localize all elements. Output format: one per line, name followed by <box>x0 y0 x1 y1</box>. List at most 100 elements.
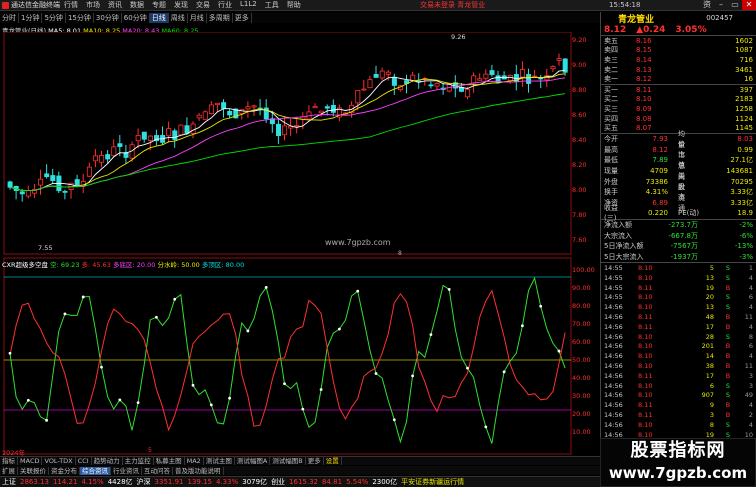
menu-item-data[interactable]: 数据 <box>126 0 148 10</box>
tab-general-news[interactable]: 综合资讯 <box>80 466 111 475</box>
candle-body <box>324 106 330 109</box>
close-button[interactable]: ✕ <box>742 0 756 10</box>
tab-extend[interactable]: 扩展 <box>0 466 18 475</box>
stock-code: 002457 <box>706 14 733 22</box>
sz-amount: 3079亿 <box>242 478 268 486</box>
candle-body <box>477 78 483 81</box>
signal-dot <box>484 425 488 429</box>
flow-pct: -2% <box>739 220 753 229</box>
tick-count: 4 <box>748 322 753 331</box>
tab-qa[interactable]: 互动问答 <box>142 466 173 475</box>
order-price: 8.08 <box>636 114 652 123</box>
tick-side: S <box>725 263 731 272</box>
tab-macd[interactable]: MACD <box>18 457 43 465</box>
period-weekly[interactable]: 周线 <box>169 12 188 23</box>
candle-body <box>141 131 147 140</box>
buy-order-row[interactable]: 买一 8.11 397 <box>601 85 756 95</box>
period-fenshi[interactable]: 分时 <box>0 12 19 23</box>
order-level: 买二 <box>604 95 618 104</box>
tab-cci[interactable]: CCI <box>76 457 92 465</box>
signal-dot <box>374 372 378 375</box>
indicator-name[interactable]: CXR超级多空盘 <box>2 261 48 269</box>
sh-amount: 4428亿 <box>107 478 133 486</box>
flow-value: -667.8万 <box>668 231 698 240</box>
tab-trend[interactable]: 趋势动力 <box>92 457 123 465</box>
tab-settings[interactable]: 设置 <box>324 457 342 465</box>
sell-order-row[interactable]: 卖四 8.15 1087 <box>601 46 756 56</box>
menu-item-discover[interactable]: 发现 <box>170 0 192 10</box>
cy-label[interactable]: 创业 <box>269 477 287 487</box>
news-ticker[interactable]: 平安证券新疆运行情 <box>399 477 466 487</box>
tab-main-monitor[interactable]: 主力监控 <box>123 457 154 465</box>
candle-body <box>483 73 489 79</box>
flow-label: 5日大宗流入 <box>604 252 644 261</box>
order-level: 卖一 <box>604 75 618 84</box>
menu-item-news[interactable]: 资讯 <box>104 0 126 10</box>
login-status[interactable]: 交易未登录 青龙管业 <box>420 0 485 10</box>
period-60min[interactable]: 60分钟 <box>122 12 150 23</box>
signal-dot <box>283 382 286 386</box>
sell-order-row[interactable]: 卖五 8.16 1602 <box>601 36 756 46</box>
period-30min[interactable]: 30分钟 <box>94 12 122 23</box>
maximize-button[interactable]: ▭ <box>728 0 742 10</box>
quote-label: 现量 <box>604 167 618 176</box>
candle-body <box>93 155 99 162</box>
order-volume: 1145 <box>735 124 753 133</box>
flow-value: -1937万 <box>670 252 698 261</box>
sh-value: 2863.13 <box>20 478 49 486</box>
tick-side: B <box>725 322 731 331</box>
tick-volume: 9 <box>709 401 714 410</box>
sell-order-row[interactable]: 卖一 8.12 16 <box>601 74 756 84</box>
tab-test-a[interactable]: 测试幅图A <box>235 457 271 465</box>
menu-item-trade[interactable]: 交易 <box>192 0 214 10</box>
menu-item-l1l2[interactable]: L1L2 <box>236 0 261 10</box>
period-daily[interactable]: 日线 <box>149 12 169 23</box>
period-1min[interactable]: 1分钟 <box>19 12 43 23</box>
tab-more[interactable]: 更多 <box>306 457 324 465</box>
duodi-value: 多底区: 20.00 <box>113 261 156 269</box>
tick-volume: 6 <box>709 381 714 390</box>
tick-time: 14:56 <box>604 322 623 331</box>
tab-func-desc[interactable]: 普及版功能说明 <box>173 466 224 475</box>
tab-test-b[interactable]: 测试幅图B <box>270 457 306 465</box>
menu-item-tools[interactable]: 工具 <box>261 0 283 10</box>
menu-item-hq[interactable]: 行情 <box>60 0 82 10</box>
tab-industry-news[interactable]: 行业资讯 <box>111 466 142 475</box>
signal-dot <box>136 401 140 405</box>
tab-related-quote[interactable]: 关联报价 <box>18 466 49 475</box>
menu-item-topic[interactable]: 专题 <box>148 0 170 10</box>
sz-change: 139.15 <box>187 478 212 486</box>
buy-order-row[interactable]: 买三 8.09 1258 <box>601 104 756 114</box>
sell-order-row[interactable]: 卖二 8.13 3461 <box>601 65 756 75</box>
period-more[interactable]: 更多 <box>233 12 252 23</box>
order-price: 8.13 <box>636 65 652 74</box>
tab-test-main[interactable]: 测试主图 <box>204 457 235 465</box>
period-multi[interactable]: 多周期 <box>207 12 233 23</box>
tab-vol-tdx[interactable]: VOL-TDX <box>42 457 76 465</box>
signal-dot <box>264 286 268 289</box>
menu-item-help[interactable]: 帮助 <box>283 0 305 10</box>
order-price: 8.15 <box>636 46 652 55</box>
mid-tag: 5 <box>148 447 152 454</box>
sell-order-row[interactable]: 卖三 8.14 716 <box>601 55 756 65</box>
buy-order-row[interactable]: 买二 8.10 2183 <box>601 95 756 105</box>
chart-canvas[interactable] <box>0 32 600 456</box>
tab-ma2[interactable]: MA2 <box>185 457 204 465</box>
period-monthly[interactable]: 月线 <box>188 12 207 23</box>
sh-label[interactable]: 上证 <box>0 477 18 487</box>
signal-dot <box>356 289 360 293</box>
minimize-button[interactable]: – <box>714 0 728 10</box>
candle-body <box>184 125 190 134</box>
tab-fund-dist[interactable]: 资金分布 <box>49 466 80 475</box>
buy-order-row[interactable]: 买四 8.08 1124 <box>601 114 756 124</box>
account-icon[interactable]: 资 <box>700 0 714 10</box>
period-5min[interactable]: 5分钟 <box>42 12 66 23</box>
menu-item-industry[interactable]: 行业 <box>214 0 236 10</box>
menu-item-market[interactable]: 市场 <box>82 0 104 10</box>
sell-orders: 卖五 8.16 1602 卖四 8.15 1087 卖三 8.14 716 卖二 8.13 3461 卖… <box>601 36 756 84</box>
signal-dot <box>26 398 30 402</box>
tab-indicator[interactable]: 指标 <box>0 457 18 465</box>
sz-label[interactable]: 沪深 <box>135 477 153 487</box>
period-15min[interactable]: 15分钟 <box>66 12 94 23</box>
tab-private-main[interactable]: 私募主图 <box>154 457 185 465</box>
